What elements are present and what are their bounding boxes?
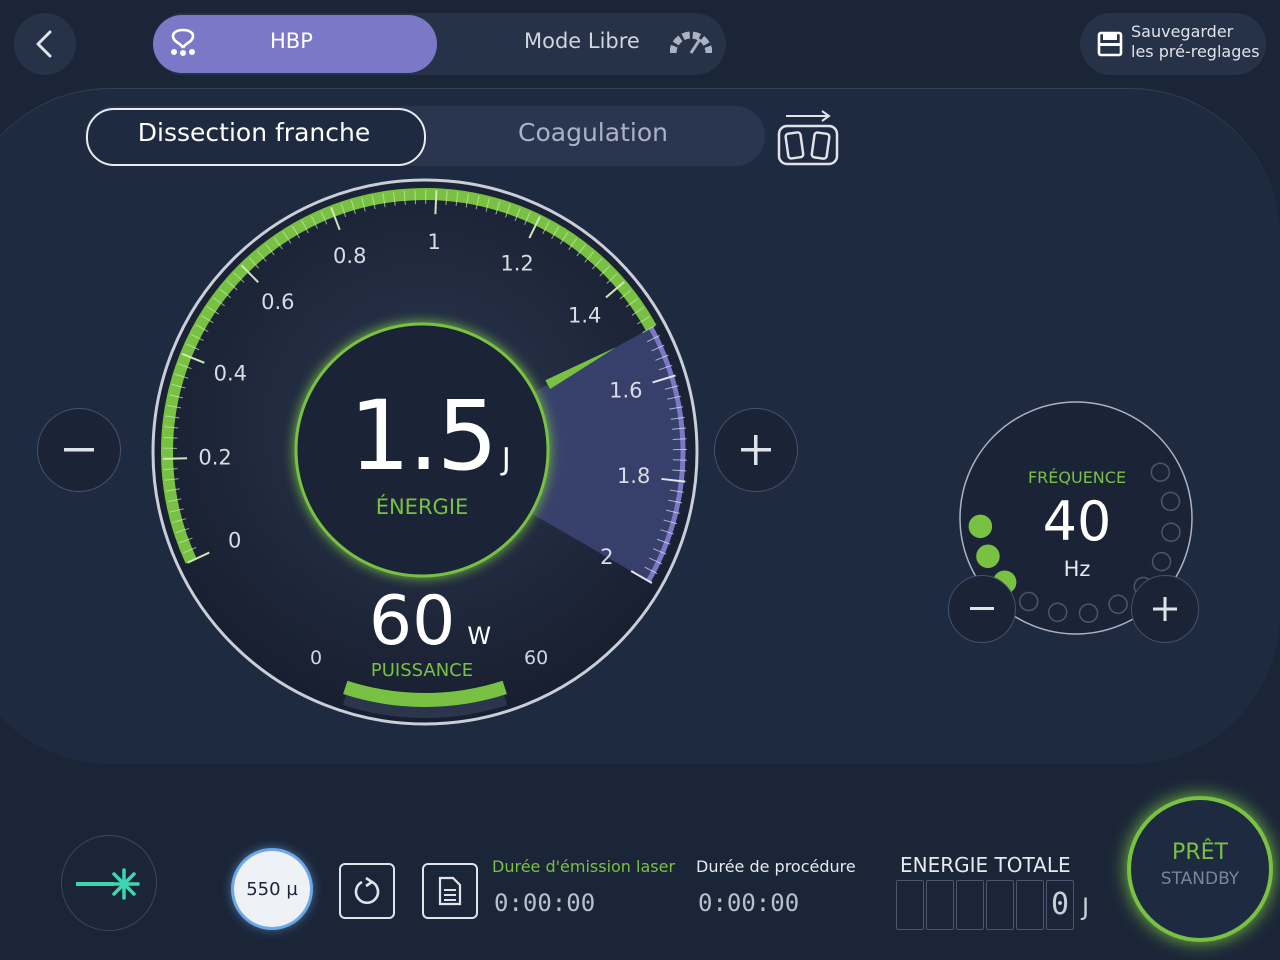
frequency-dot <box>1150 462 1171 482</box>
frequency-increase-button[interactable] <box>1131 575 1199 643</box>
back-button[interactable] <box>14 13 76 75</box>
gauge-tick-label: 1.6 <box>609 379 642 403</box>
power-max-label: 60 <box>524 647 549 669</box>
plus-icon <box>741 435 771 465</box>
frequency-dot <box>1160 491 1181 512</box>
gauge-tick <box>434 190 438 215</box>
emission-time-value: 0:00:00 <box>494 889 596 917</box>
speedometer-icon <box>670 31 712 54</box>
energy-total-digit <box>986 880 1014 930</box>
energy-total-digit <box>1016 880 1044 930</box>
frequency-dot <box>1151 551 1172 572</box>
energy-value-row: 1.5 J <box>300 388 560 484</box>
gauge-tick-label: 0.8 <box>333 244 366 268</box>
power-value: 60 <box>368 582 456 661</box>
power-min-label: 0 <box>310 647 323 669</box>
gauge-tick-label: 0 <box>228 529 241 553</box>
save-icon <box>1097 31 1123 57</box>
footswitch-icon[interactable] <box>776 106 840 168</box>
energy-total-digit <box>956 880 984 930</box>
energy-value: 1.5 <box>349 380 498 492</box>
frequency-label: FRÉQUENCE <box>1027 468 1127 487</box>
laser-icon <box>76 868 140 900</box>
frequency-dot <box>1161 522 1181 542</box>
gauge-tick-label: 0.2 <box>198 445 231 469</box>
energy-total-digit <box>926 880 954 930</box>
minus-icon <box>64 448 94 452</box>
gauge-tick-label: 1 <box>427 230 440 254</box>
energy-unit: J <box>501 442 511 477</box>
aiming-laser-button[interactable] <box>61 835 157 931</box>
energy-label: ÉNERGIE <box>375 495 469 519</box>
standby-label: STANDBY <box>1160 869 1240 889</box>
gauge-tick-label: 1.4 <box>568 304 601 328</box>
report-button[interactable] <box>422 863 478 919</box>
hbp-icon <box>171 28 195 56</box>
frequency-dot-active <box>968 514 993 539</box>
frequency-dot <box>1018 591 1039 612</box>
gauge-tick-label: 0.6 <box>261 290 294 314</box>
mode-hbp-label: HBP <box>270 29 313 53</box>
tab-coagulation-label: Coagulation <box>518 118 668 147</box>
gauge-tick <box>672 438 687 440</box>
gauge-tick-label: 2 <box>600 545 613 569</box>
plus-icon <box>1153 597 1177 621</box>
gauge-tick-label: 1.2 <box>500 251 533 275</box>
gauge-tick <box>414 190 416 205</box>
fiber-size-button[interactable]: 550 µ <box>234 851 310 927</box>
mode-libre-label: Mode Libre <box>524 29 640 53</box>
power-value-row: 60 W <box>330 588 530 656</box>
power-unit: W <box>467 622 492 650</box>
document-icon <box>438 876 462 906</box>
frequency-dot <box>1108 594 1128 615</box>
minus-icon <box>970 607 994 610</box>
procedure-time-label: Durée de procédure <box>696 857 856 876</box>
gauge-tick-label: 0.4 <box>214 361 247 385</box>
save-label-line1: Sauvegarder <box>1131 22 1234 41</box>
ready-label: PRÊT <box>1172 840 1228 865</box>
energy-total-digit <box>896 880 924 930</box>
fiber-size-label: 550 µ <box>246 878 298 900</box>
gauge-tick-label: 1.8 <box>617 464 650 488</box>
emission-time-label: Durée d'émission laser <box>492 857 676 876</box>
power-label: PUISSANCE <box>370 660 474 681</box>
chevron-left-icon <box>36 30 52 58</box>
energy-increase-button[interactable] <box>714 408 798 492</box>
energy-total-unit: J <box>1082 893 1090 921</box>
frequency-unit: Hz <box>1063 557 1091 581</box>
energy-total-value: 0 <box>1046 880 1074 930</box>
reset-icon <box>354 876 380 905</box>
energy-total-label: ENERGIE TOTALE <box>900 853 1071 877</box>
save-label-line2: les pré-reglages <box>1131 42 1260 61</box>
procedure-time-value: 0:00:00 <box>698 889 800 917</box>
gauge-tick <box>163 457 188 460</box>
frequency-dot <box>1078 603 1099 623</box>
frequency-dot-active <box>976 544 1000 569</box>
frequency-dot <box>1047 602 1068 622</box>
tab-dissection-label: Dissection franche <box>137 118 371 147</box>
frequency-value: 40 <box>1042 490 1112 553</box>
reset-button[interactable] <box>339 863 395 919</box>
frequency-decrease-button[interactable] <box>948 575 1016 643</box>
energy-decrease-button[interactable] <box>37 408 121 492</box>
